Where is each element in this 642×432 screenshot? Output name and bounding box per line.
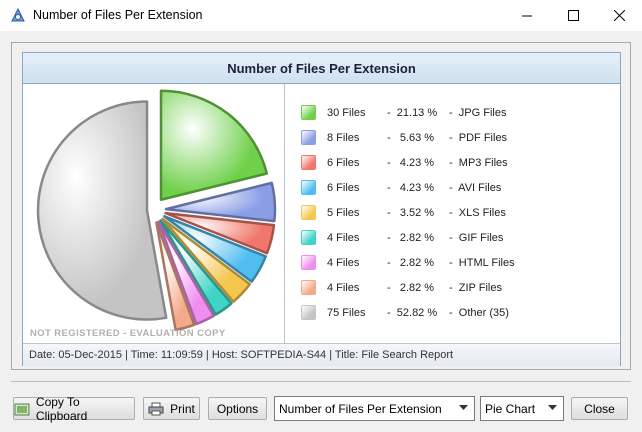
close-button[interactable]: Close: [571, 397, 628, 420]
maximize-button[interactable]: [550, 0, 596, 31]
title-bar: Number of Files Per Extension: [0, 0, 642, 31]
report-title: Number of Files Per Extension: [23, 53, 620, 84]
legend-row: 4 Files - 2.82 % - ZIP Files: [301, 280, 611, 298]
legend-row: 5 Files - 3.52 % - XLS Files: [301, 205, 611, 223]
copy-to-clipboard-button[interactable]: Copy To Clipboard: [13, 394, 135, 423]
legend-files: 6 Files: [327, 182, 360, 194]
print-label: Print: [170, 401, 195, 416]
legend-swatch: [301, 230, 316, 245]
status-text: Date: 05-Dec-2015 | Time: 11:09:59 | Hos…: [29, 349, 454, 361]
chart-type-select[interactable]: Pie Chart: [480, 396, 564, 421]
legend-files: 30 Files: [327, 107, 366, 119]
report-type-select[interactable]: Number of Files Per Extension: [274, 396, 475, 421]
separator: [11, 381, 631, 382]
chevron-down-icon: [548, 405, 557, 410]
legend-files: 4 Files: [327, 282, 360, 294]
legend-percent: - 2.82 %: [387, 257, 435, 269]
minimize-icon: [521, 15, 532, 17]
legend-label: - XLS Files: [449, 207, 506, 219]
legend-row: 4 Files - 2.82 % - HTML Files: [301, 255, 611, 273]
options-button[interactable]: Options: [208, 397, 267, 420]
legend-label: - Other (35): [449, 307, 509, 319]
printer-icon: [148, 402, 164, 415]
close-window-button[interactable]: [596, 0, 642, 31]
report-type-value: Number of Files Per Extension: [279, 402, 442, 416]
legend-swatch: [301, 180, 316, 195]
legend-pane: 30 Files - 21.13 % - JPG Files 8 Files - 5.6…: [285, 84, 620, 343]
legend-label: - MP3 Files: [449, 157, 508, 169]
options-label: Options: [216, 401, 259, 416]
legend-swatch: [301, 280, 316, 295]
legend-swatch: [301, 305, 316, 320]
close-icon: [613, 10, 625, 21]
maximize-icon: [567, 10, 579, 21]
legend-label: - PDF Files: [449, 132, 508, 144]
legend-percent: - 2.82 %: [387, 232, 435, 244]
legend-label: - JPG Files: [449, 107, 507, 119]
legend-percent: - 4.23 %: [387, 182, 435, 194]
evaluation-watermark: NOT REGISTERED - EVALUATION COPY: [30, 328, 226, 339]
legend-files: 75 Files: [327, 307, 366, 319]
status-bar: Date: 05-Dec-2015 | Time: 11:09:59 | Hos…: [23, 343, 620, 366]
report-panel: Number of Files Per Extension NOT REGIST…: [22, 52, 621, 366]
legend-swatch: [301, 205, 316, 220]
legend-swatch: [301, 105, 316, 120]
clipboard-icon: [14, 403, 30, 415]
legend-row: 6 Files - 4.23 % - AVI Files: [301, 180, 611, 198]
legend-row: 75 Files - 52.82 % - Other (35): [301, 305, 611, 323]
legend-percent: - 4.23 %: [387, 157, 435, 169]
legend-files: 5 Files: [327, 207, 360, 219]
copy-label: Copy To Clipboard: [35, 394, 88, 423]
legend-swatch: [301, 130, 316, 145]
legend-row: 6 Files - 4.23 % - MP3 Files: [301, 155, 611, 173]
legend-label: - ZIP Files: [449, 282, 502, 294]
legend-percent: - 52.82 %: [387, 307, 438, 319]
chart-type-value: Pie Chart: [485, 402, 536, 416]
close-label: Close: [584, 401, 615, 416]
pie-slice-other-35: [36, 100, 168, 321]
print-button[interactable]: Print: [143, 397, 200, 420]
legend-files: 6 Files: [327, 157, 360, 169]
chevron-down-icon: [459, 405, 468, 410]
legend-swatch: [301, 255, 316, 270]
app-icon: [11, 7, 25, 22]
legend-row: 30 Files - 21.13 % - JPG Files: [301, 105, 611, 123]
legend-row: 4 Files - 2.82 % - GIF Files: [301, 230, 611, 248]
legend-label: - HTML Files: [449, 257, 515, 269]
legend-row: 8 Files - 5.63 % - PDF Files: [301, 130, 611, 148]
chart-pane: NOT REGISTERED - EVALUATION COPY: [23, 84, 285, 343]
window-title: Number of Files Per Extension: [33, 8, 203, 22]
legend-percent: - 2.82 %: [387, 282, 435, 294]
legend-percent: - 21.13 %: [387, 107, 438, 119]
legend-swatch: [301, 155, 316, 170]
minimize-button[interactable]: [504, 0, 550, 31]
pie-slice-jpg-files: [159, 89, 269, 202]
legend-label: - GIF Files: [449, 232, 504, 244]
legend-percent: - 5.63 %: [387, 132, 435, 144]
legend-percent: - 3.52 %: [387, 207, 435, 219]
legend-files: 4 Files: [327, 232, 360, 244]
pie-chart: [36, 89, 277, 332]
legend-files: 4 Files: [327, 257, 360, 269]
legend-label: - AVI Files: [449, 182, 502, 194]
legend-files: 8 Files: [327, 132, 360, 144]
